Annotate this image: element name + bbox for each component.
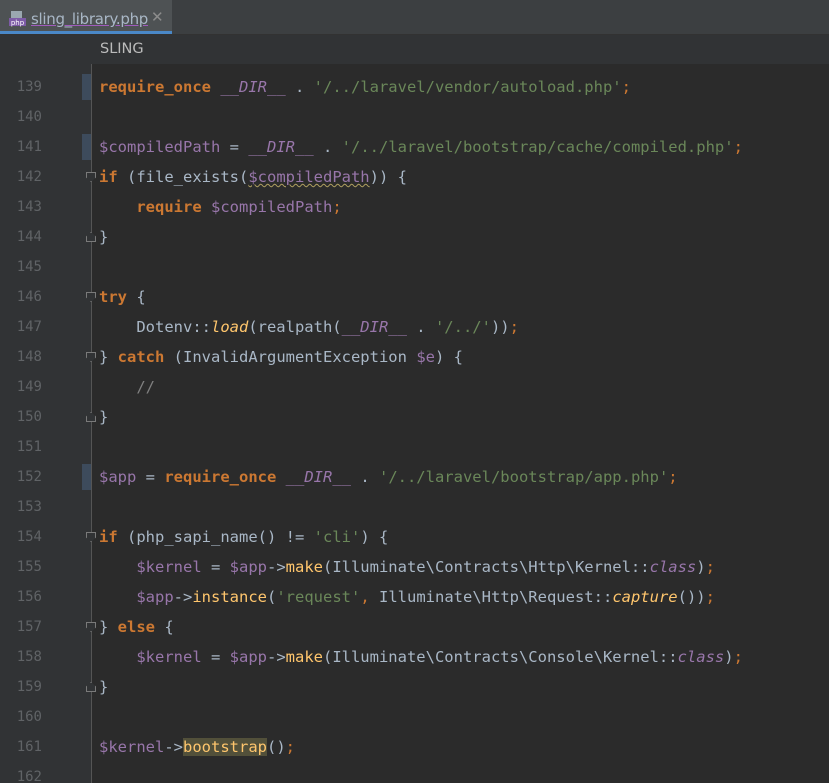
- line-number: 141: [16, 139, 42, 155]
- line-number: 139: [16, 79, 42, 95]
- fold-start-icon[interactable]: [86, 622, 96, 632]
- code-line[interactable]: 162: [0, 762, 829, 783]
- php-file-icon: php: [9, 10, 26, 27]
- svg-text:php: php: [11, 19, 25, 27]
- breadcrumb: SLING: [0, 34, 829, 64]
- breadcrumb-item[interactable]: SLING: [100, 41, 144, 57]
- code-text: }: [99, 678, 109, 696]
- code-text: } else {: [99, 618, 174, 636]
- code-text: $kernel = $app->make(Illuminate\Contract…: [136, 558, 715, 576]
- code-text: } catch (InvalidArgumentException $e) {: [99, 348, 463, 366]
- line-number: 160: [16, 709, 42, 725]
- line-number: 162: [16, 769, 42, 783]
- fold-end-icon[interactable]: [86, 412, 96, 422]
- code-line[interactable]: 160: [0, 702, 829, 732]
- code-line[interactable]: 143 require $compiledPath;: [0, 192, 829, 222]
- line-number: 151: [16, 439, 42, 455]
- editor-tab-bar: php sling_library.php ✕: [0, 0, 829, 34]
- line-number: 142: [16, 169, 42, 185]
- code-text: $kernel->bootstrap();: [99, 738, 296, 756]
- code-text: require $compiledPath;: [136, 198, 342, 216]
- code-text: }: [99, 228, 109, 246]
- line-number: 147: [16, 319, 42, 335]
- code-line[interactable]: 148 } catch (InvalidArgumentException $e)…: [0, 342, 829, 372]
- code-line[interactable]: 141 $compiledPath = __DIR__ . '/../larave…: [0, 132, 829, 162]
- close-icon[interactable]: ✕: [151, 8, 164, 26]
- line-number: 145: [16, 259, 42, 275]
- code-line[interactable]: 147 Dotenv::load(realpath(__DIR__ . '/..…: [0, 312, 829, 342]
- code-text: $kernel = $app->make(Illuminate\Contract…: [136, 648, 743, 666]
- change-marker[interactable]: [82, 134, 91, 160]
- code-text: $compiledPath = __DIR__ . '/../laravel/b…: [99, 138, 743, 156]
- tab-label: sling_library.php: [31, 10, 149, 28]
- change-marker[interactable]: [82, 74, 91, 100]
- code-text: //: [136, 378, 155, 396]
- line-number: 150: [16, 409, 42, 425]
- code-line[interactable]: 151: [0, 432, 829, 462]
- line-number: 155: [16, 559, 42, 575]
- code-text: if (file_exists($compiledPath)) {: [99, 168, 407, 186]
- code-line[interactable]: 140: [0, 102, 829, 132]
- code-line[interactable]: 153: [0, 492, 829, 522]
- code-text: $app->instance('request', Illuminate\Htt…: [136, 588, 715, 606]
- code-line[interactable]: 154 if (php_sapi_name() != 'cli') {: [0, 522, 829, 552]
- line-number: 157: [16, 619, 42, 635]
- code-line[interactable]: 145: [0, 252, 829, 282]
- line-number: 149: [16, 379, 42, 395]
- code-text: $app = require_once __DIR__ . '/../larav…: [99, 468, 678, 486]
- code-line[interactable]: 144}: [0, 222, 829, 252]
- line-number: 146: [16, 289, 42, 305]
- code-line[interactable]: 142 if (file_exists($compiledPath)) {: [0, 162, 829, 192]
- line-number: 152: [16, 469, 42, 485]
- code-line[interactable]: 158 $kernel = $app->make(Illuminate\Cont…: [0, 642, 829, 672]
- code-text: try {: [99, 288, 146, 306]
- fold-start-icon[interactable]: [86, 532, 96, 542]
- code-line[interactable]: 157 } else {: [0, 612, 829, 642]
- fold-start-icon[interactable]: [86, 292, 96, 302]
- code-line[interactable]: 161 $kernel->bootstrap();: [0, 732, 829, 762]
- code-line[interactable]: 150}: [0, 402, 829, 432]
- fold-start-icon[interactable]: [86, 172, 96, 182]
- line-number: 159: [16, 679, 42, 695]
- tab-sling-library-php[interactable]: php sling_library.php ✕: [0, 0, 172, 34]
- line-number: 140: [16, 109, 42, 125]
- line-number: 143: [16, 199, 42, 215]
- change-marker[interactable]: [82, 464, 91, 490]
- code-line[interactable]: 149 //: [0, 372, 829, 402]
- line-number: 148: [16, 349, 42, 365]
- fold-end-icon[interactable]: [86, 682, 96, 692]
- code-line[interactable]: 152 $app = require_once __DIR__ . '/../la…: [0, 462, 829, 492]
- line-number: 153: [16, 499, 42, 515]
- code-line[interactable]: 139 require_once __DIR__ . '/../laravel/v…: [0, 72, 829, 102]
- code-text: require_once __DIR__ . '/../laravel/vend…: [99, 78, 631, 96]
- line-number: 161: [16, 739, 42, 755]
- code-line[interactable]: 156 $app->instance('request', Illuminate…: [0, 582, 829, 612]
- line-number: 144: [16, 229, 42, 245]
- code-line[interactable]: 159}: [0, 672, 829, 702]
- code-text: if (php_sapi_name() != 'cli') {: [99, 528, 389, 546]
- line-number: 156: [16, 589, 42, 605]
- line-number: 158: [16, 649, 42, 665]
- code-editor[interactable]: 139 require_once __DIR__ . '/../laravel/v…: [0, 64, 829, 783]
- code-text: Dotenv::load(realpath(__DIR__ . '/../'))…: [99, 318, 519, 336]
- code-text: }: [99, 408, 109, 426]
- line-number: 154: [16, 529, 42, 545]
- fold-start-icon[interactable]: [86, 352, 96, 362]
- code-line[interactable]: 146 try {: [0, 282, 829, 312]
- code-line[interactable]: 155 $kernel = $app->make(Illuminate\Cont…: [0, 552, 829, 582]
- fold-end-icon[interactable]: [86, 232, 96, 242]
